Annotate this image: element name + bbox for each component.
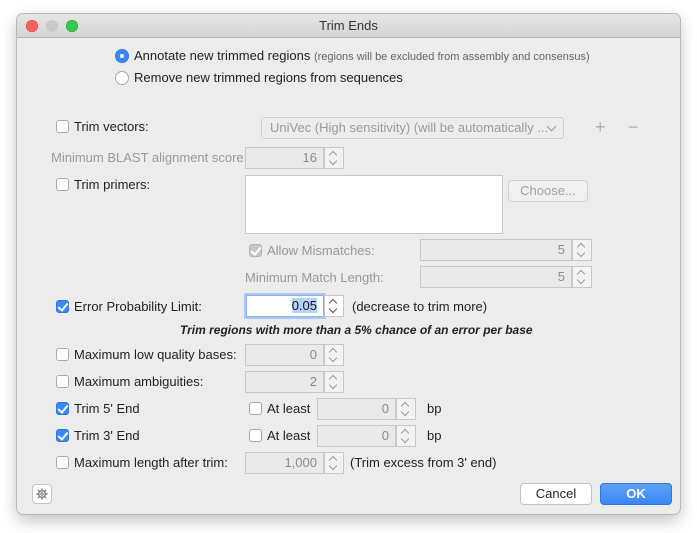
error-probability-label: Error Probability Limit: — [74, 299, 202, 314]
choose-primers-button[interactable]: Choose... — [508, 180, 588, 202]
add-vector-button[interactable]: + — [595, 118, 606, 136]
ambiguities-stepper[interactable] — [324, 371, 344, 393]
error-probability-value: 0.05 — [291, 298, 317, 313]
annotate-label: Annotate new trimmed regions (regions wi… — [134, 48, 590, 63]
trim-vectors-label: Trim vectors: — [74, 119, 149, 134]
annotate-radio[interactable] — [115, 49, 129, 63]
error-probability-note: Trim regions with more than a 5% chance … — [180, 323, 533, 337]
trim-5-end-checkbox[interactable] — [56, 402, 69, 415]
trim-3-atleast-stepper[interactable] — [396, 425, 416, 447]
remove-vector-button[interactable]: − — [628, 118, 639, 136]
trim-5-atleast-stepper[interactable] — [396, 398, 416, 420]
low-quality-label: Maximum low quality bases: — [74, 347, 237, 362]
trim-5-atleast-checkbox[interactable] — [249, 402, 262, 415]
allow-mismatches-checkbox[interactable] — [249, 244, 262, 257]
primers-list[interactable] — [245, 175, 503, 234]
remove-radio[interactable] — [115, 71, 129, 85]
cancel-button[interactable]: Cancel — [520, 483, 592, 505]
ambiguities-checkbox[interactable] — [56, 375, 69, 388]
trim-5-atleast-field[interactable]: 0 — [317, 398, 396, 420]
error-probability-checkbox[interactable] — [56, 300, 69, 313]
trim-3-atleast-checkbox[interactable] — [249, 429, 262, 442]
trim-3-end-label: Trim 3' End — [74, 428, 140, 443]
allow-mismatches-label: Allow Mismatches: — [267, 243, 375, 258]
min-match-stepper[interactable] — [572, 266, 592, 288]
trim-5-end-label: Trim 5' End — [74, 401, 140, 416]
low-quality-field[interactable]: 0 — [245, 344, 324, 366]
ambiguities-field[interactable]: 2 — [245, 371, 324, 393]
min-match-field[interactable]: 5 — [420, 266, 572, 288]
low-quality-stepper[interactable] — [324, 344, 344, 366]
remove-label: Remove new trimmed regions from sequence… — [134, 70, 403, 85]
trim-primers-label: Trim primers: — [74, 177, 151, 192]
max-length-hint: (Trim excess from 3' end) — [350, 455, 497, 470]
blast-score-stepper[interactable] — [324, 147, 344, 169]
trim-3-atleast-field[interactable]: 0 — [317, 425, 396, 447]
ok-button[interactable]: OK — [600, 483, 672, 505]
trim-3-unit: bp — [427, 428, 442, 443]
error-probability-hint: (decrease to trim more) — [352, 299, 488, 314]
max-length-label: Maximum length after trim: — [74, 455, 228, 470]
vector-database-value: UniVec (High sensitivity) (will be autom… — [270, 120, 549, 135]
max-length-field[interactable]: 1,000 — [245, 452, 324, 474]
min-match-label: Minimum Match Length: — [245, 270, 384, 285]
trim-3-end-checkbox[interactable] — [56, 429, 69, 442]
error-probability-stepper[interactable] — [324, 295, 344, 317]
trim-ends-dialog: Trim Ends Annotate new trimmed regions (… — [17, 14, 680, 514]
blast-score-field[interactable]: 16 — [245, 147, 324, 169]
trim-5-atleast-label: At least — [267, 401, 311, 416]
trim-5-unit: bp — [427, 401, 442, 416]
allow-mismatches-stepper[interactable] — [572, 239, 592, 261]
trim-3-atleast-label: At least — [267, 428, 311, 443]
max-length-stepper[interactable] — [324, 452, 344, 474]
annotate-note: (regions will be excluded from assembly … — [313, 51, 590, 63]
max-length-checkbox[interactable] — [56, 456, 69, 469]
settings-button[interactable] — [32, 484, 52, 504]
allow-mismatches-field[interactable]: 5 — [420, 239, 572, 261]
vector-database-select[interactable]: UniVec (High sensitivity) (will be autom… — [261, 117, 564, 139]
trim-primers-checkbox[interactable] — [56, 178, 69, 191]
window-title: Trim Ends — [319, 18, 378, 33]
blast-score-label: Minimum BLAST alignment score: — [51, 150, 248, 165]
trim-vectors-checkbox[interactable] — [56, 120, 69, 133]
low-quality-checkbox[interactable] — [56, 348, 69, 361]
error-probability-field[interactable]: 0.05 — [246, 295, 324, 317]
ambiguities-label: Maximum ambiguities: — [74, 374, 204, 389]
gear-icon — [36, 488, 48, 500]
title-bar: Trim Ends — [17, 14, 680, 38]
